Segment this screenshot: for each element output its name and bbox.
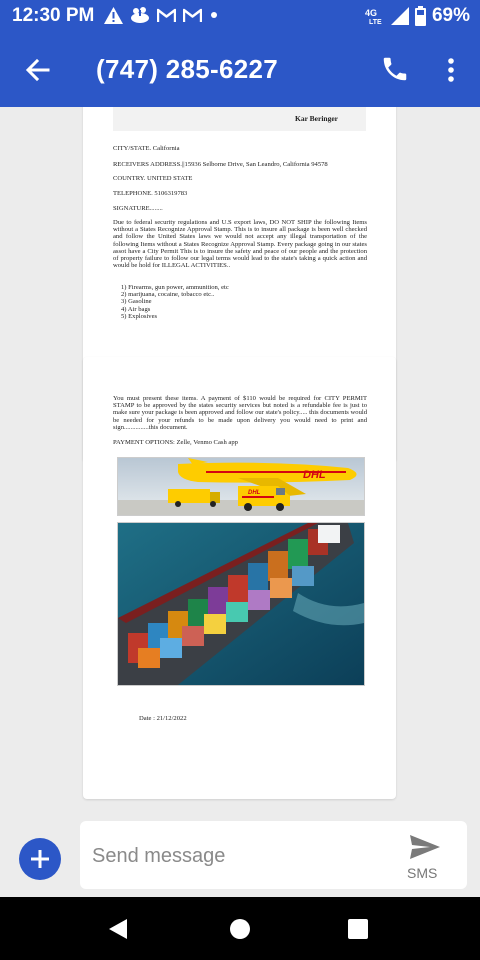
- doc-signature: SIGNATURE........: [113, 205, 163, 212]
- back-button[interactable]: [22, 54, 54, 86]
- nav-recents-button[interactable]: [348, 919, 368, 944]
- svg-text:DHL: DHL: [248, 490, 261, 496]
- nav-home-button[interactable]: [229, 918, 251, 945]
- container-ship-image: [117, 522, 365, 686]
- system-icons: 4G LTE 69%: [365, 5, 470, 27]
- doc-address: RECEIVERS ADDRESS.||15936 Selborne Drive…: [113, 161, 328, 168]
- name-header: Kar Beringer: [295, 114, 338, 123]
- gmail-icon: [183, 8, 202, 22]
- notification-icons: [104, 6, 219, 24]
- phone-icon: [383, 57, 407, 81]
- truck-1: [168, 489, 210, 503]
- app-bar: (747) 285-6227: [0, 32, 480, 107]
- list-item: 5) Explosives: [121, 312, 158, 320]
- call-button[interactable]: [380, 54, 410, 84]
- list-item: 2) marijuana, cocaine, tobacco etc..: [121, 291, 215, 299]
- doc-paragraph-1: Due to federal security regulations and …: [113, 219, 367, 270]
- container-ship-illustration: [118, 523, 364, 685]
- battery-percentage: 69%: [431, 5, 470, 26]
- send-sms-label: SMS: [407, 865, 438, 881]
- doc-date: Date : 21/12/2022: [139, 715, 187, 722]
- list-item: 3) Gasoline: [121, 298, 152, 306]
- plus-icon: [31, 850, 49, 868]
- arrow-back-icon: [25, 58, 50, 82]
- doc-items-list: 1) Firearms, gun power, ammunition, etc …: [121, 284, 229, 320]
- warning-icon: [104, 6, 123, 24]
- status-time: 12:30 PM: [12, 5, 95, 26]
- dhl-delivery-illustration: DHL DHL: [118, 458, 364, 515]
- contact-title: (747) 285-6227: [96, 54, 278, 84]
- more-vert-icon: [448, 58, 454, 82]
- chef-icon: [131, 7, 149, 23]
- svg-text:4G: 4G: [365, 8, 377, 18]
- ship-bridge: [318, 525, 340, 543]
- list-item: 4) Air bags: [121, 305, 151, 313]
- lte-icon: 4GLTE: [365, 8, 382, 25]
- nav-back-button[interactable]: [107, 917, 129, 946]
- name-header-box: Kar Beringer: [113, 107, 366, 131]
- dhl-delivery-image: DHL DHL: [117, 457, 365, 516]
- add-attachment-button[interactable]: [19, 838, 61, 880]
- status-bar: 12:30 PM 4G LTE 69%: [0, 0, 480, 32]
- battery-icon: [414, 6, 426, 26]
- document-page-2-attachment[interactable]: You must present these items. A payment …: [83, 357, 396, 799]
- nav-recents-icon: [348, 919, 368, 939]
- compose-bar: SMS: [0, 817, 480, 897]
- more-options-button[interactable]: [440, 54, 462, 86]
- nav-back-icon: [109, 919, 127, 939]
- doc-payment-options: PAYMENT OPTIONS: Zelle, Venmo Cash app: [113, 439, 238, 446]
- dot-icon: [211, 12, 217, 18]
- send-icon: [410, 835, 440, 859]
- message-input[interactable]: [90, 839, 394, 873]
- doc-telephone: TELEPHONE. 5106319783: [113, 190, 188, 197]
- nav-home-icon: [230, 919, 250, 939]
- doc-paragraph-2: You must present these items. A payment …: [113, 395, 367, 431]
- signal-icon: [390, 7, 409, 25]
- message-thread[interactable]: Kar Beringer CITY/STATE. California RECE…: [0, 107, 480, 817]
- gmail-icon: [157, 8, 176, 22]
- navigation-bar: [0, 897, 480, 960]
- doc-country: COUNTRY. UNITED STATE: [113, 175, 193, 182]
- doc-city-state: CITY/STATE. California: [113, 145, 180, 152]
- send-button[interactable]: SMS: [402, 833, 448, 883]
- message-field[interactable]: SMS: [80, 821, 467, 889]
- svg-text:LTE: LTE: [369, 19, 382, 25]
- list-item: 1) Firearms, gun power, ammunition, etc: [121, 284, 229, 291]
- dhl-logo-text: DHL: [303, 469, 326, 481]
